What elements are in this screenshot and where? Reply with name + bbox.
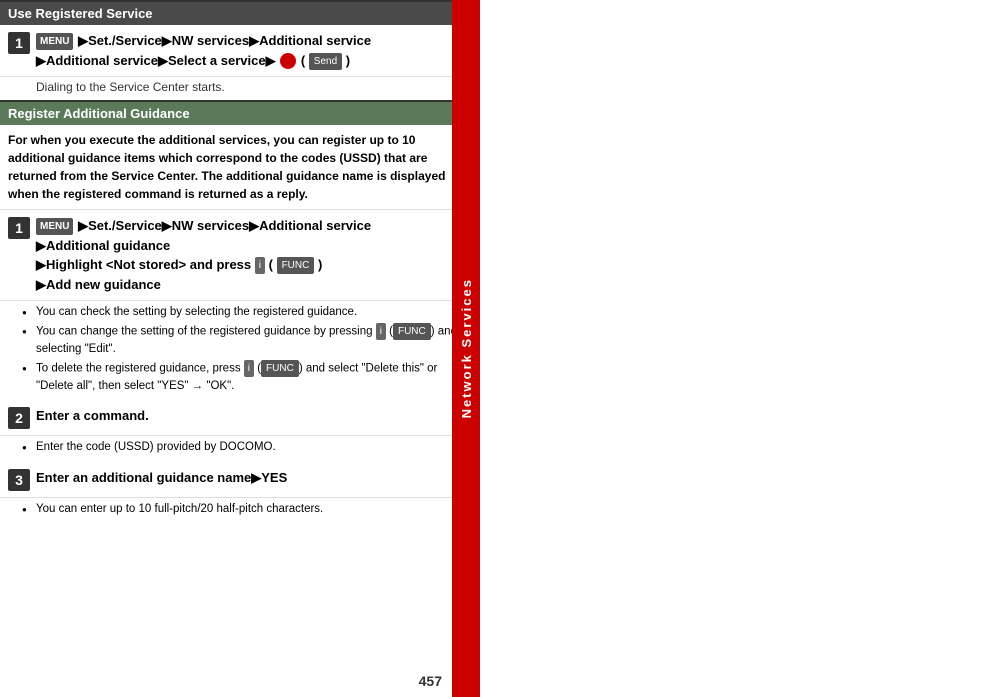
page-number: 457	[419, 673, 442, 689]
step1-number: 1	[8, 32, 30, 54]
right-label-text: Network Services	[459, 278, 474, 418]
section2-step2-content: Enter a command.	[36, 406, 472, 426]
section2-step3-content: Enter an additional guidance name▶YES	[36, 468, 472, 488]
section2-step1-content: MENU ▶Set./Service▶NW services▶Additiona…	[36, 216, 472, 294]
step1-content: MENU ▶Set./Service▶NW services▶Additiona…	[36, 31, 472, 70]
menu-button-2-icon: MENU	[36, 218, 73, 235]
dialing-note: Dialing to the Service Center starts.	[0, 77, 480, 100]
step2-note: Enter the code (USSD) provided by DOCOMO…	[0, 436, 480, 461]
section2-step2-number: 2	[8, 407, 30, 429]
section1-header: Use Registered Service	[0, 0, 480, 25]
bullet-2: You can change the setting of the regist…	[36, 323, 472, 358]
step2-bullet: Enter the code (USSD) provided by DOCOMO…	[36, 439, 472, 456]
circle-button-icon	[280, 53, 296, 69]
menu-button-icon: MENU	[36, 33, 73, 50]
func-button-2-icon: FUNC	[393, 323, 431, 340]
func-key-3-icon: i	[244, 360, 254, 377]
section2-step1-number: 1	[8, 217, 30, 239]
section2-header: Register Additional Guidance	[0, 100, 480, 125]
section2-step3-number: 3	[8, 469, 30, 491]
step1-bullets: You can check the setting by selecting t…	[0, 301, 480, 400]
func-key-icon: i	[255, 257, 265, 274]
step3-note: You can enter up to 10 full-pitch/20 hal…	[0, 498, 480, 523]
bullet-1: You can check the setting by selecting t…	[36, 304, 472, 321]
right-label-bar: Network Services	[452, 0, 480, 697]
func-button-icon: FUNC	[277, 257, 315, 274]
section2-step1-row: 1 MENU ▶Set./Service▶NW services▶Additio…	[0, 210, 480, 301]
section2-step2-row: 2 Enter a command.	[0, 400, 480, 436]
bullet-3: To delete the registered guidance, press…	[36, 360, 472, 395]
section2-intro: For when you execute the additional serv…	[0, 125, 480, 210]
func-button-3-icon: FUNC	[261, 360, 299, 377]
step1-row: 1 MENU ▶Set./Service▶NW services▶Additio…	[0, 25, 480, 77]
func-key-2-icon: i	[376, 323, 386, 340]
send-button-icon: Send	[309, 53, 342, 70]
step3-bullet: You can enter up to 10 full-pitch/20 hal…	[36, 501, 472, 518]
section2-step3-row: 3 Enter an additional guidance name▶YES	[0, 462, 480, 498]
